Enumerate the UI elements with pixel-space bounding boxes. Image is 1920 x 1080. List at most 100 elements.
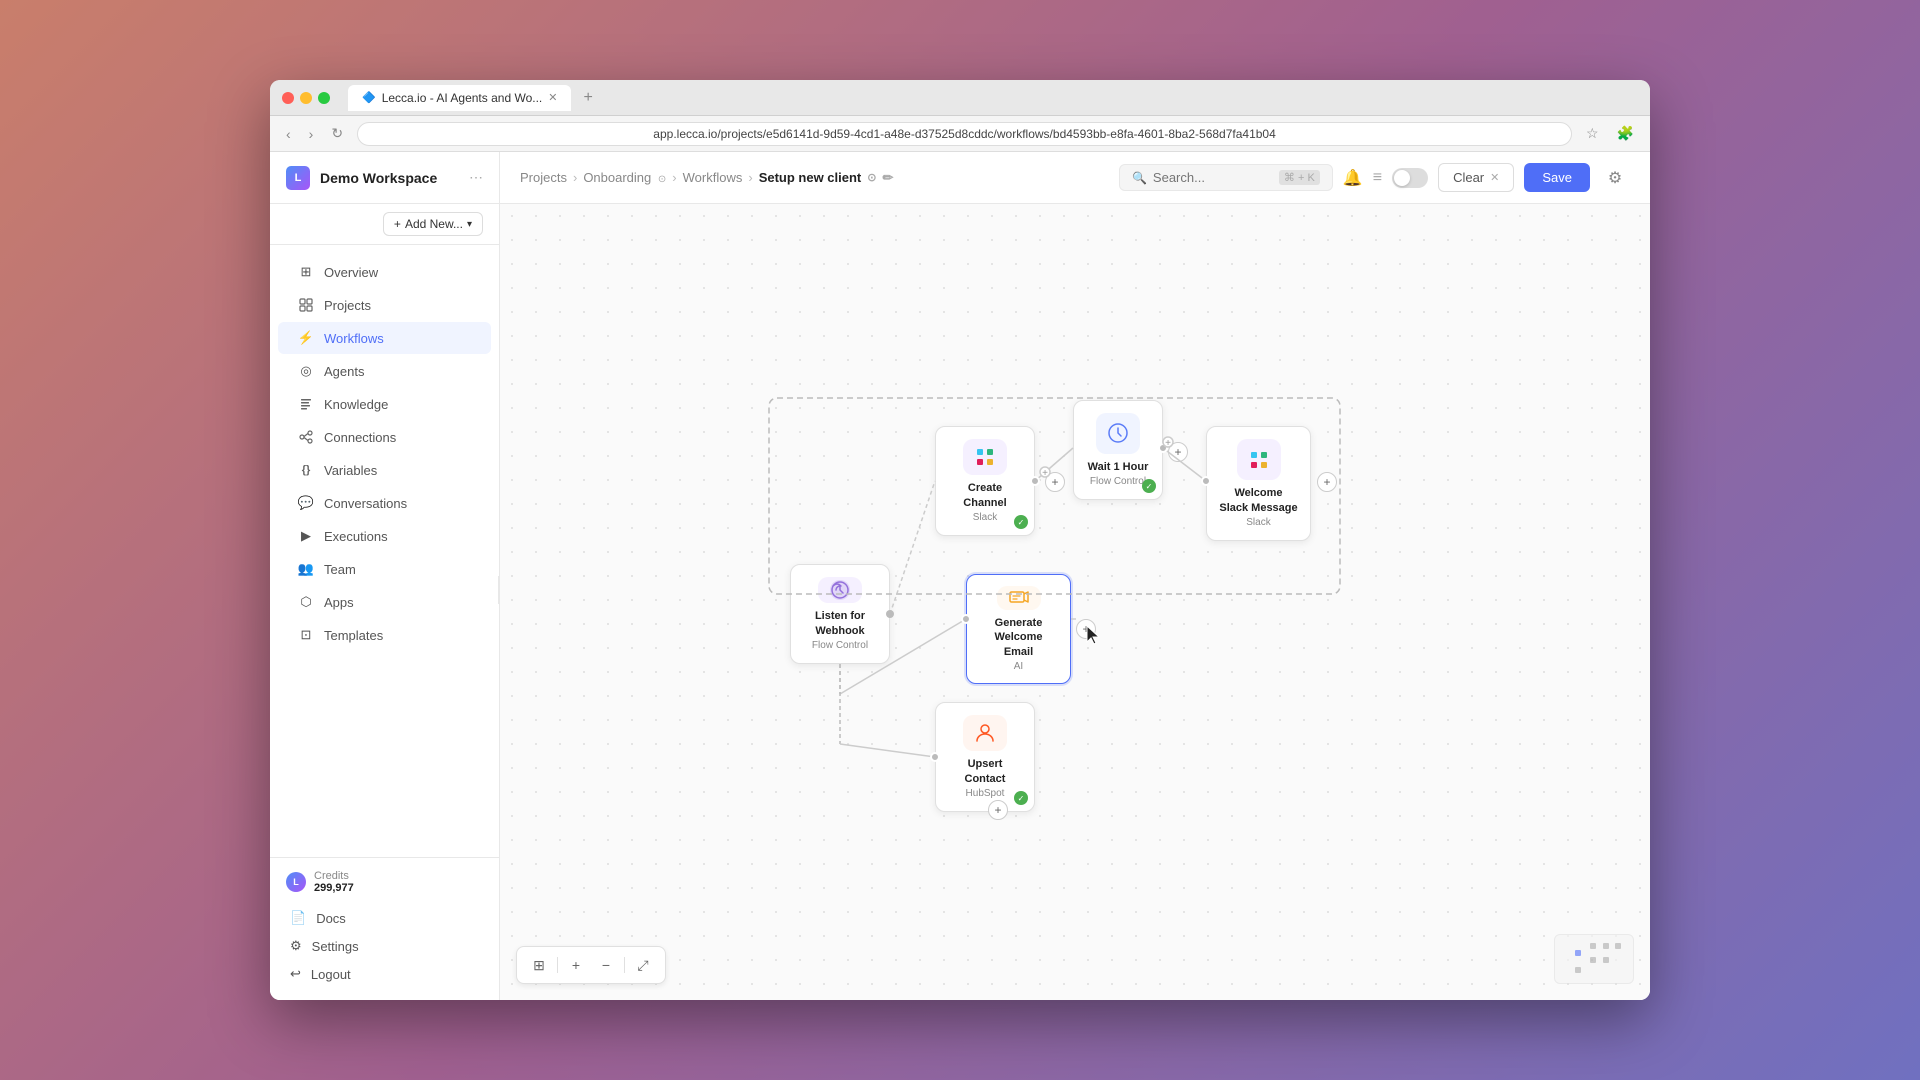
back-button[interactable]: ‹ [282, 124, 295, 144]
minimize-window-button[interactable] [300, 92, 312, 104]
upsert-contact-subtitle: HubSpot [966, 788, 1005, 799]
forward-button[interactable]: › [305, 124, 318, 144]
breadcrumb: Projects › Onboarding ⊙ › Workflows › Se… [520, 170, 1107, 186]
workflow-toggle[interactable] [1392, 168, 1428, 188]
zoom-out-button[interactable]: − [594, 953, 618, 977]
breadcrumb-sep-3: › [748, 170, 752, 185]
fit-zoom-button[interactable]: ⊞ [527, 953, 551, 977]
sidebar-item-connections[interactable]: Connections [278, 421, 491, 453]
browser-titlebar: 🔷 Lecca.io - AI Agents and Wo... ✕ + [270, 80, 1650, 116]
workspace-name: Demo Workspace [320, 170, 437, 186]
bookmark-button[interactable]: ☆ [1582, 123, 1603, 144]
add-new-button[interactable]: + Add New... ▾ [383, 212, 483, 236]
current-dropdown-icon[interactable]: ⊙ [867, 171, 876, 184]
generate-email-icon [997, 586, 1041, 610]
node-wait-1-hour[interactable]: Wait 1 Hour Flow Control ✓ [1073, 400, 1163, 500]
fullscreen-button[interactable]: ⤢ [631, 953, 655, 977]
create-channel-title: Create Channel [948, 481, 1022, 510]
mini-map-dot-1 [1575, 950, 1581, 956]
listen-webhook-icon [818, 577, 862, 603]
mini-map-dot-2 [1590, 943, 1596, 949]
connections-svg [500, 204, 1650, 1000]
mini-map-dot-3 [1603, 943, 1609, 949]
sidebar-item-conversations[interactable]: 💬 Conversations [278, 487, 491, 519]
breadcrumb-sep-2: › [672, 170, 676, 185]
breadcrumb-onboarding[interactable]: Onboarding ⊙ [583, 170, 666, 185]
clear-button[interactable]: Clear ✕ [1438, 163, 1514, 192]
sidebar-item-knowledge[interactable]: Knowledge [278, 388, 491, 420]
mini-map-dot-6 [1603, 957, 1609, 963]
listen-webhook-title: Listen for Webhook [803, 609, 877, 638]
connections-icon [298, 429, 314, 445]
sidebar: L Demo Workspace ⋯ + Add New... ▾ ⊞ Over… [270, 152, 500, 1000]
canvas-area[interactable]: Listen for Webhook Flow Control [500, 204, 1650, 1000]
close-window-button[interactable] [282, 92, 294, 104]
sidebar-item-projects[interactable]: Projects [278, 289, 491, 321]
node-create-channel[interactable]: Create Channel Slack ✓ [935, 426, 1035, 536]
node-generate-email[interactable]: Generate Welcome Email AI [966, 574, 1071, 684]
search-bar[interactable]: 🔍 ⌘ + K [1119, 164, 1333, 191]
browser-addressbar: ‹ › ↻ app.lecca.io/projects/e5d6141d-9d5… [270, 116, 1650, 152]
credits-icon: L [286, 872, 306, 892]
zoom-divider-2 [624, 957, 625, 973]
onboarding-dropdown-icon: ⊙ [658, 174, 666, 185]
search-input[interactable] [1153, 170, 1273, 185]
edit-title-icon[interactable]: ✏ [882, 170, 893, 186]
node-listen-webhook[interactable]: Listen for Webhook Flow Control [790, 564, 890, 664]
chevron-down-icon: ▾ [467, 219, 472, 230]
add-after-wait-button[interactable]: + [1168, 442, 1188, 462]
filter-icon[interactable]: ≡ [1373, 169, 1382, 187]
listen-webhook-subtitle: Flow Control [812, 640, 868, 651]
wait-check: ✓ [1142, 479, 1156, 493]
workspace-options-icon[interactable]: ⋯ [469, 169, 483, 186]
sidebar-item-docs[interactable]: 📄 Docs [286, 904, 483, 932]
zoom-in-button[interactable]: + [564, 953, 588, 977]
apps-icon: ⬡ [298, 594, 314, 610]
address-bar[interactable]: app.lecca.io/projects/e5d6141d-9d59-4cd1… [357, 122, 1572, 146]
wait-1-hour-subtitle: Flow Control [1090, 476, 1146, 487]
overview-icon: ⊞ [298, 264, 314, 280]
node-welcome-slack[interactable]: Welcome Slack Message Slack [1206, 426, 1311, 541]
sidebar-item-team[interactable]: 👥 Team [278, 553, 491, 585]
sidebar-item-logout[interactable]: ↩ Logout [286, 960, 483, 988]
gear-icon: ⚙ [1608, 168, 1622, 188]
create-channel-subtitle: Slack [973, 512, 997, 523]
add-after-welcome-slack-button[interactable]: + [1317, 472, 1337, 492]
mini-map-dot-5 [1590, 957, 1596, 963]
sidebar-item-settings[interactable]: ⚙ Settings [286, 932, 483, 960]
breadcrumb-projects[interactable]: Projects [520, 170, 567, 185]
zoom-controls: ⊞ + − ⤢ [516, 946, 666, 984]
breadcrumb-workflows[interactable]: Workflows [683, 170, 743, 185]
extensions-button[interactable]: 🧩 [1613, 123, 1638, 144]
sidebar-item-variables[interactable]: {} Variables [278, 454, 491, 486]
save-button[interactable]: Save [1524, 163, 1590, 192]
conversations-icon: 💬 [298, 495, 314, 511]
new-tab-button[interactable]: + [583, 89, 592, 107]
templates-icon: ⊡ [298, 627, 314, 643]
mini-map-dot-7 [1575, 967, 1581, 973]
add-between-create-wait-button[interactable]: + [1045, 472, 1065, 492]
traffic-lights [282, 92, 330, 104]
node-upsert-contact[interactable]: Upsert Contact HubSpot ✓ [935, 702, 1035, 812]
knowledge-icon [298, 396, 314, 412]
sidebar-item-workflows[interactable]: ⚡ Workflows [278, 322, 491, 354]
workflow-settings-button[interactable]: ⚙ [1600, 163, 1630, 193]
sidebar-item-apps[interactable]: ⬡ Apps [278, 586, 491, 618]
sidebar-item-overview[interactable]: ⊞ Overview [278, 256, 491, 288]
maximize-window-button[interactable] [318, 92, 330, 104]
notification-bell-icon[interactable]: 🔔 [1343, 168, 1363, 188]
add-after-generate-email-button[interactable]: + [1076, 619, 1096, 639]
welcome-slack-subtitle: Slack [1246, 517, 1270, 528]
executions-icon: ▶ [298, 528, 314, 544]
add-icon: + [394, 217, 401, 231]
refresh-button[interactable]: ↻ [327, 123, 347, 144]
add-after-upsert-button[interactable]: + [988, 800, 1008, 820]
sidebar-item-agents[interactable]: ◎ Agents [278, 355, 491, 387]
breadcrumb-sep-1: › [573, 170, 577, 185]
tab-title: Lecca.io - AI Agents and Wo... [382, 91, 543, 105]
upsert-contact-title: Upsert Contact [948, 757, 1022, 786]
sidebar-item-templates[interactable]: ⊡ Templates [278, 619, 491, 651]
browser-tab[interactable]: 🔷 Lecca.io - AI Agents and Wo... ✕ [348, 85, 571, 111]
sidebar-item-executions[interactable]: ▶ Executions [278, 520, 491, 552]
tab-close-button[interactable]: ✕ [548, 91, 557, 104]
